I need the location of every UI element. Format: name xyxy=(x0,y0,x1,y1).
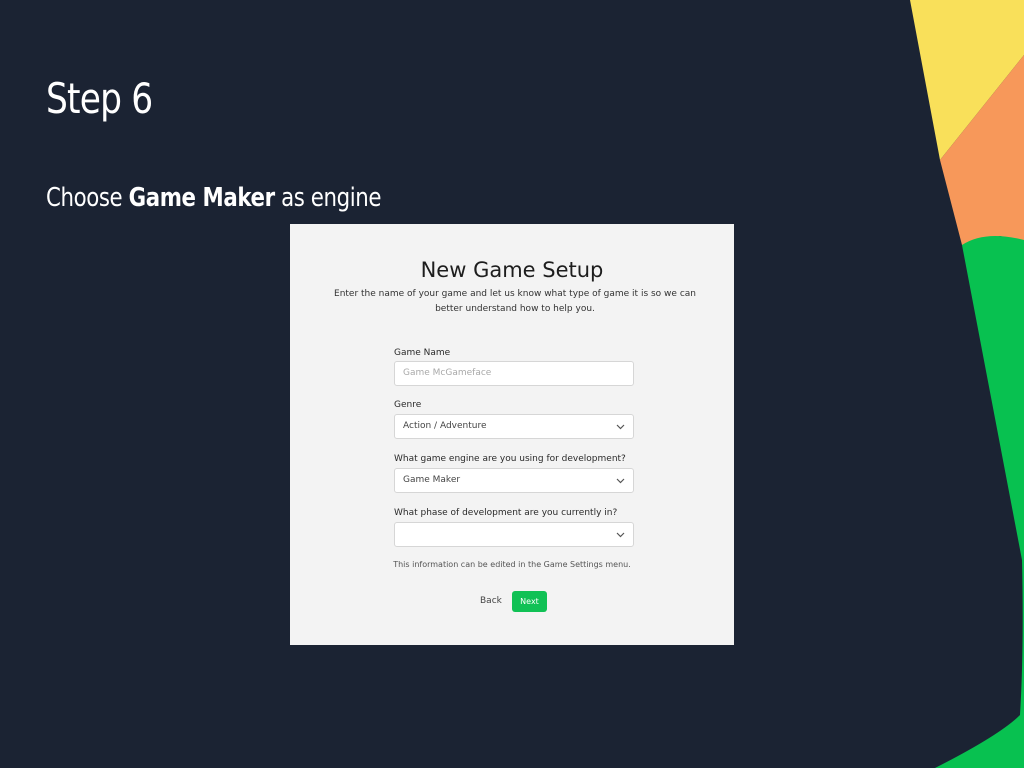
form-description: Enter the name of your game and let us k… xyxy=(334,289,696,314)
subtitle-suffix: as engine xyxy=(274,183,382,213)
subtitle-emphasis: Game Maker xyxy=(128,183,275,213)
engine-select[interactable]: Game Maker xyxy=(394,468,634,493)
chevron-down-icon xyxy=(616,523,625,538)
next-button[interactable]: Next xyxy=(512,591,547,612)
slide: Step 6 Choose Game Maker as engine New G… xyxy=(0,0,1024,768)
phase-label: What phase of development are you curren… xyxy=(394,508,618,518)
form-heading: New Game Setup xyxy=(420,258,604,282)
game-name-input[interactable]: Game McGameface xyxy=(394,361,634,386)
slide-title: Step 6 xyxy=(46,74,153,123)
subtitle-prefix: Choose xyxy=(46,183,129,213)
engine-label: What game engine are you using for devel… xyxy=(394,454,626,464)
phase-select[interactable] xyxy=(394,522,634,547)
genre-label: Genre xyxy=(394,400,422,410)
game-name-label: Game Name xyxy=(394,348,451,358)
genre-select[interactable]: Action / Adventure xyxy=(394,414,634,439)
game-name-placeholder: Game McGameface xyxy=(403,368,492,378)
decor-green-shape xyxy=(935,236,1024,768)
slide-subtitle: Choose Game Maker as engine xyxy=(46,183,381,213)
engine-selected-value: Game Maker xyxy=(403,475,461,485)
back-button[interactable]: Back xyxy=(480,596,502,606)
chevron-down-icon xyxy=(616,415,625,430)
chevron-down-icon xyxy=(616,469,625,484)
genre-selected-value: Action / Adventure xyxy=(403,421,487,431)
new-game-setup-screenshot: New Game Setup Enter the name of your ga… xyxy=(290,224,734,645)
settings-note: This information can be edited in the Ga… xyxy=(393,560,631,569)
